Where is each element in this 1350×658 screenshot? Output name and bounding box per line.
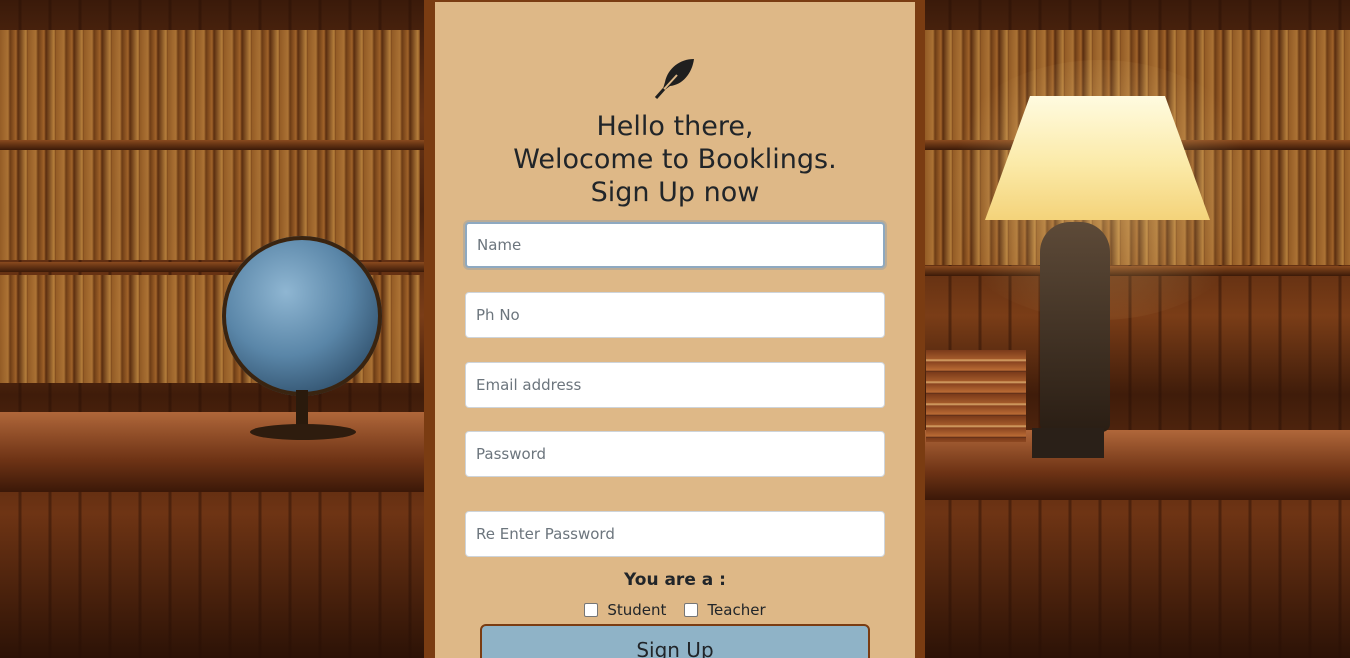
teacher-checkbox[interactable] [684, 603, 699, 617]
role-option-teacher[interactable]: Teacher [684, 601, 766, 619]
feather-icon [654, 56, 698, 100]
welcome-heading: Hello there, Welocome to Booklings. Sign… [435, 110, 915, 209]
book-stack [926, 350, 1026, 442]
student-checkbox[interactable] [584, 603, 599, 617]
password-input[interactable] [465, 431, 885, 477]
student-label: Student [607, 601, 667, 619]
name-input[interactable] [465, 222, 885, 268]
email-input[interactable] [465, 362, 885, 408]
signup-page: Hello there, Welocome to Booklings. Sign… [0, 0, 1350, 658]
phone-input[interactable] [465, 292, 885, 338]
reenter-password-input[interactable] [465, 511, 885, 557]
bookshelf-row [0, 30, 420, 140]
signup-panel: Hello there, Welocome to Booklings. Sign… [435, 2, 915, 658]
signup-button[interactable]: Sign Up [480, 624, 870, 658]
role-option-student[interactable]: Student [584, 601, 666, 619]
lamp-statue [1040, 222, 1110, 432]
heading-line-cta: Sign Up now [590, 177, 760, 208]
teacher-label: Teacher [707, 601, 766, 619]
role-options: Student Teacher [435, 601, 915, 619]
globe-decoration [222, 236, 382, 396]
lamp-base [1032, 428, 1104, 458]
bookshelf-row [0, 150, 420, 260]
role-label: You are a : [624, 570, 726, 590]
desk [0, 412, 424, 492]
globe-stand [296, 390, 308, 426]
globe-base [250, 424, 356, 440]
heading-line-welcome: Welocome to Booklings. [513, 144, 837, 175]
shelf-plank [0, 140, 424, 150]
heading-line-greeting: Hello there, [596, 111, 754, 142]
